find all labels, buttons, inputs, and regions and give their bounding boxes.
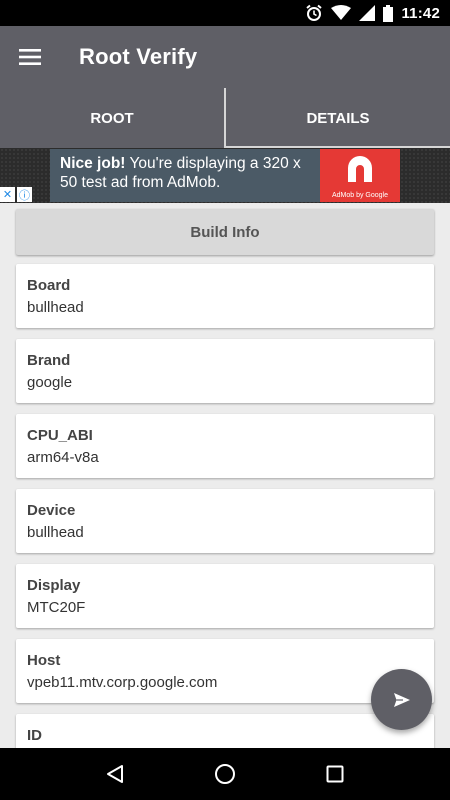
ad-banner[interactable]: Nice job! You're displaying a 320 x 50 t… (50, 149, 400, 202)
details-content: Build Info Board bullhead Brand google C… (0, 203, 450, 748)
back-button[interactable] (93, 752, 137, 796)
admob-caption: AdMob by Google (331, 192, 389, 199)
build-info-button[interactable]: Build Info (16, 209, 434, 255)
hamburger-menu-button[interactable] (12, 39, 48, 75)
info-icon[interactable]: ⓘ (17, 187, 32, 202)
recents-button[interactable] (313, 752, 357, 796)
tab-root[interactable]: ROOT (0, 88, 224, 148)
info-card-id: ID (16, 714, 434, 748)
status-bar: 11:42 (0, 0, 450, 26)
admob-logo-icon (348, 156, 372, 182)
navigation-bar (0, 748, 450, 800)
card-label: Host (27, 652, 61, 669)
hamburger-menu-icon (19, 49, 41, 65)
alarm-icon (306, 4, 323, 21)
card-value: MTC20F (27, 599, 86, 616)
home-button[interactable] (203, 752, 247, 796)
card-value: google (27, 374, 73, 391)
wifi-icon (331, 5, 352, 20)
home-icon (215, 764, 235, 784)
ad-headline: Nice job! (60, 155, 126, 172)
info-card-board: Board bullhead (16, 264, 434, 328)
card-label: Board (27, 277, 71, 294)
info-card-brand: Brand google (16, 339, 434, 403)
info-card-cpu-abi: CPU_ABI arm64-v8a (16, 414, 434, 478)
battery-icon (383, 4, 394, 22)
status-icons: 11:42 (305, 4, 440, 22)
card-value: vpeb11.mtv.corp.google.com (27, 674, 218, 691)
recents-icon (326, 765, 344, 783)
admob-logo: AdMob by Google (320, 149, 400, 202)
tab-root-label: ROOT (90, 109, 134, 127)
adchoices: ✕ ⓘ (0, 187, 32, 202)
tab-bar: ROOT DETAILS (0, 88, 450, 148)
card-label: Brand (27, 352, 71, 369)
send-fab-button[interactable] (371, 669, 432, 730)
card-label: ID (27, 727, 42, 744)
ad-text: Nice job! You're displaying a 320 x 50 t… (50, 149, 320, 202)
status-time: 11:42 (401, 4, 440, 22)
back-icon (107, 765, 123, 783)
card-label: Device (27, 502, 76, 519)
app-toolbar: Root Verify (0, 26, 450, 88)
signal-icon (359, 5, 376, 21)
card-value: bullhead (27, 524, 84, 541)
ad-area: Nice job! You're displaying a 320 x 50 t… (0, 148, 450, 203)
send-icon (393, 692, 410, 707)
app-title: Root Verify (79, 44, 198, 69)
card-value: arm64-v8a (27, 449, 99, 466)
info-card-device: Device bullhead (16, 489, 434, 553)
card-label: Display (27, 577, 81, 594)
close-x-icon[interactable]: ✕ (0, 187, 15, 202)
tab-details-label: DETAILS (306, 109, 370, 127)
info-card-display: Display MTC20F (16, 564, 434, 628)
card-value: bullhead (27, 299, 84, 316)
card-label: CPU_ABI (27, 427, 93, 444)
tab-details[interactable]: DETAILS (226, 88, 450, 148)
